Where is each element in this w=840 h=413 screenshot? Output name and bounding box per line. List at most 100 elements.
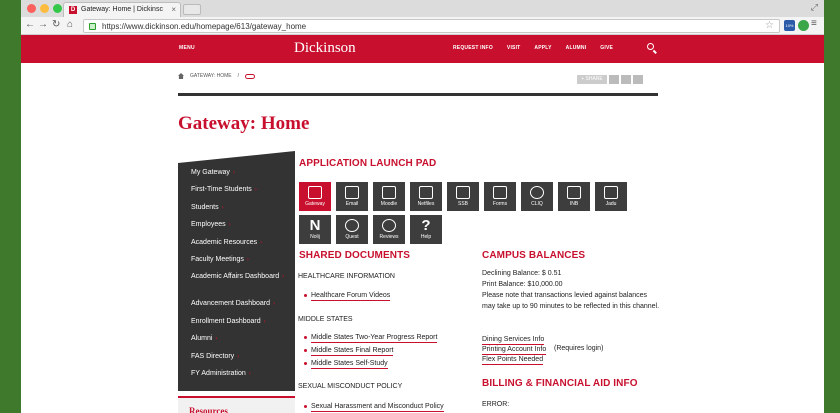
- header-links: REQUEST INFO VISIT APPLY ALUMNI GIVE: [453, 45, 613, 51]
- app-tile-quest[interactable]: Quest: [336, 215, 368, 244]
- app-tile-moodle[interactable]: Moodle: [373, 182, 405, 211]
- launch-pad-heading: APPLICATION LAUNCH PAD: [299, 158, 437, 169]
- minimize-window-button[interactable]: [40, 4, 49, 13]
- apply-link[interactable]: APPLY: [534, 45, 551, 51]
- app-tile-reviews[interactable]: Reviews: [373, 215, 405, 244]
- sidebar-item-academic-affairs-dashboard[interactable]: Academic Affairs Dashboard ›: [191, 272, 291, 299]
- middle-states-category: MIDDLE STATES: [298, 316, 353, 323]
- app-tile-forms[interactable]: Forms: [484, 182, 516, 211]
- new-tab-button[interactable]: [183, 4, 201, 15]
- inb-icon: [567, 186, 581, 199]
- favicon-icon: D: [69, 6, 77, 14]
- document-icon: [456, 186, 470, 199]
- sidebar-nav: My Gateway › First-Time Students › Student…: [178, 151, 295, 391]
- app-tile-jadu[interactable]: Jadu: [595, 182, 627, 211]
- back-icon[interactable]: ←: [25, 19, 35, 30]
- breadcrumb-separator: /: [237, 73, 239, 79]
- sidebar-item-fas-directory[interactable]: FAS Directory ›: [191, 352, 291, 369]
- browser-menu-icon[interactable]: ≡: [811, 18, 817, 29]
- tab-title: Gateway: Home | Dickinsc: [81, 6, 163, 13]
- app-tile-netfiles[interactable]: Netfiles: [410, 182, 442, 211]
- visit-link[interactable]: VISIT: [507, 45, 521, 51]
- grid-view-icon[interactable]: [633, 75, 643, 84]
- extension-icon[interactable]: 10%: [784, 20, 795, 31]
- sexual-harassment-policy-link[interactable]: Sexual Harassment and Misconduct Policy: [304, 402, 444, 412]
- moodle-icon: [382, 186, 396, 199]
- shared-documents-heading: SHARED DOCUMENTS: [299, 250, 411, 261]
- billing-error: ERROR:: [482, 401, 510, 408]
- url-text: https://www.dickinson.edu/homepage/613/g…: [102, 22, 307, 31]
- sidebar-item-employees[interactable]: Employees ›: [191, 220, 291, 237]
- app-tile-gateway[interactable]: Gateway: [299, 182, 331, 211]
- sidebar-item-enrollment-dashboard[interactable]: Enrollment Dashboard ›: [191, 317, 291, 334]
- help-icon: ?: [421, 217, 431, 234]
- healthcare-category: HEALTHCARE INFORMATION: [298, 273, 395, 280]
- sidebar-item-first-time-students[interactable]: First-Time Students ›: [191, 185, 291, 202]
- sidebar-item-students[interactable]: Students ›: [191, 203, 291, 220]
- print-icon[interactable]: [621, 75, 631, 84]
- app-tile-help[interactable]: ? Help: [410, 215, 442, 244]
- page-title: Gateway: Home: [178, 113, 310, 134]
- quest-icon: [345, 219, 359, 232]
- evernote-extension-icon[interactable]: [798, 20, 809, 31]
- gateway-icon: [308, 186, 322, 199]
- tab-bar: D Gateway: Home | Dickinsc × ⤢: [21, 0, 824, 17]
- browser-tab[interactable]: D Gateway: Home | Dickinsc ×: [63, 2, 181, 17]
- browser-window: D Gateway: Home | Dickinsc × ⤢ ← → ↻ ⌂ h…: [21, 0, 824, 413]
- bookmark-star-icon[interactable]: ☆: [765, 20, 774, 31]
- app-tile-cliq[interactable]: CLIQ: [521, 182, 553, 211]
- campus-balances-heading: CAMPUS BALANCES: [482, 250, 586, 261]
- app-tile-inb[interactable]: INB: [558, 182, 590, 211]
- breadcrumb-home-icon[interactable]: [178, 73, 184, 79]
- app-launch-grid: Gateway Email Moodle Netfiles SSB Forms …: [299, 182, 629, 244]
- sidebar-item-fy-administration[interactable]: FY Administration ›: [191, 369, 291, 386]
- sexual-misconduct-category: SEXUAL MISCONDUCT POLICY: [298, 383, 403, 390]
- sidebar-item-advancement-dashboard[interactable]: Advancement Dashboard ›: [191, 299, 291, 316]
- dickinson-logo[interactable]: Dickinson: [294, 40, 356, 57]
- sidebar-item-faculty-meetings[interactable]: Faculty Meetings ›: [191, 255, 291, 272]
- lock-icon: [89, 23, 96, 30]
- give-link[interactable]: GIVE: [600, 45, 613, 51]
- email-share-icon[interactable]: [609, 75, 619, 84]
- print-balance: Print Balance: $10,000.00: [482, 281, 563, 288]
- app-tile-nolij[interactable]: N Nolij: [299, 215, 331, 244]
- site-header: MENU Dickinson REQUEST INFO VISIT APPLY …: [21, 35, 824, 63]
- tab-close-icon[interactable]: ×: [171, 5, 176, 14]
- share-toolbar: + SHARE: [577, 75, 643, 84]
- sidebar-item-my-gateway[interactable]: My Gateway ›: [191, 168, 291, 185]
- header-divider: [178, 93, 658, 96]
- flex-points-link[interactable]: Flex Points Needed: [482, 355, 544, 365]
- sidebar-item-alumni[interactable]: Alumni ›: [191, 334, 291, 351]
- envelope-icon: [345, 186, 359, 199]
- healthcare-forum-videos-link[interactable]: Healthcare Forum Videos: [303, 291, 391, 301]
- middle-states-progress-link[interactable]: Middle States Two-Year Progress Report: [303, 333, 438, 343]
- dining-services-link[interactable]: Dining Services Info: [482, 335, 545, 345]
- zoom-window-button[interactable]: [53, 4, 62, 13]
- share-button[interactable]: + SHARE: [577, 75, 607, 84]
- breadcrumb-badge-icon: [244, 73, 255, 79]
- sidebar-item-academic-resources[interactable]: Academic Resources ›: [191, 238, 291, 255]
- folder-icon: [419, 186, 433, 199]
- balance-note: Please note that transactions levied aga…: [482, 292, 660, 310]
- address-bar-row: ← → ↻ ⌂ https://www.dickinson.edu/homepa…: [21, 17, 824, 35]
- alumni-link[interactable]: ALUMNI: [566, 45, 587, 51]
- app-tile-ssb[interactable]: SSB: [447, 182, 479, 211]
- fullscreen-icon[interactable]: ⤢: [811, 2, 818, 13]
- reload-icon[interactable]: ↻: [52, 19, 60, 30]
- resources-heading: Resources: [178, 396, 295, 413]
- nolij-icon: N: [309, 217, 321, 234]
- menu-button[interactable]: MENU: [179, 45, 195, 51]
- close-window-button[interactable]: [27, 4, 36, 13]
- home-icon[interactable]: ⌂: [67, 19, 73, 30]
- request-info-link[interactable]: REQUEST INFO: [453, 45, 493, 51]
- printing-account-link[interactable]: Printing Account Info: [482, 345, 547, 355]
- breadcrumb: GATEWAY: HOME /: [178, 73, 255, 79]
- middle-states-self-study-link[interactable]: Middle States Self-Study: [304, 359, 388, 369]
- forward-icon[interactable]: →: [38, 19, 48, 30]
- app-tile-email[interactable]: Email: [336, 182, 368, 211]
- window-controls: [27, 4, 62, 13]
- url-field[interactable]: https://www.dickinson.edu/homepage/613/g…: [83, 19, 780, 33]
- middle-states-final-link[interactable]: Middle States Final Report: [303, 346, 394, 356]
- search-icon[interactable]: [647, 43, 654, 50]
- jadu-icon: [604, 186, 618, 199]
